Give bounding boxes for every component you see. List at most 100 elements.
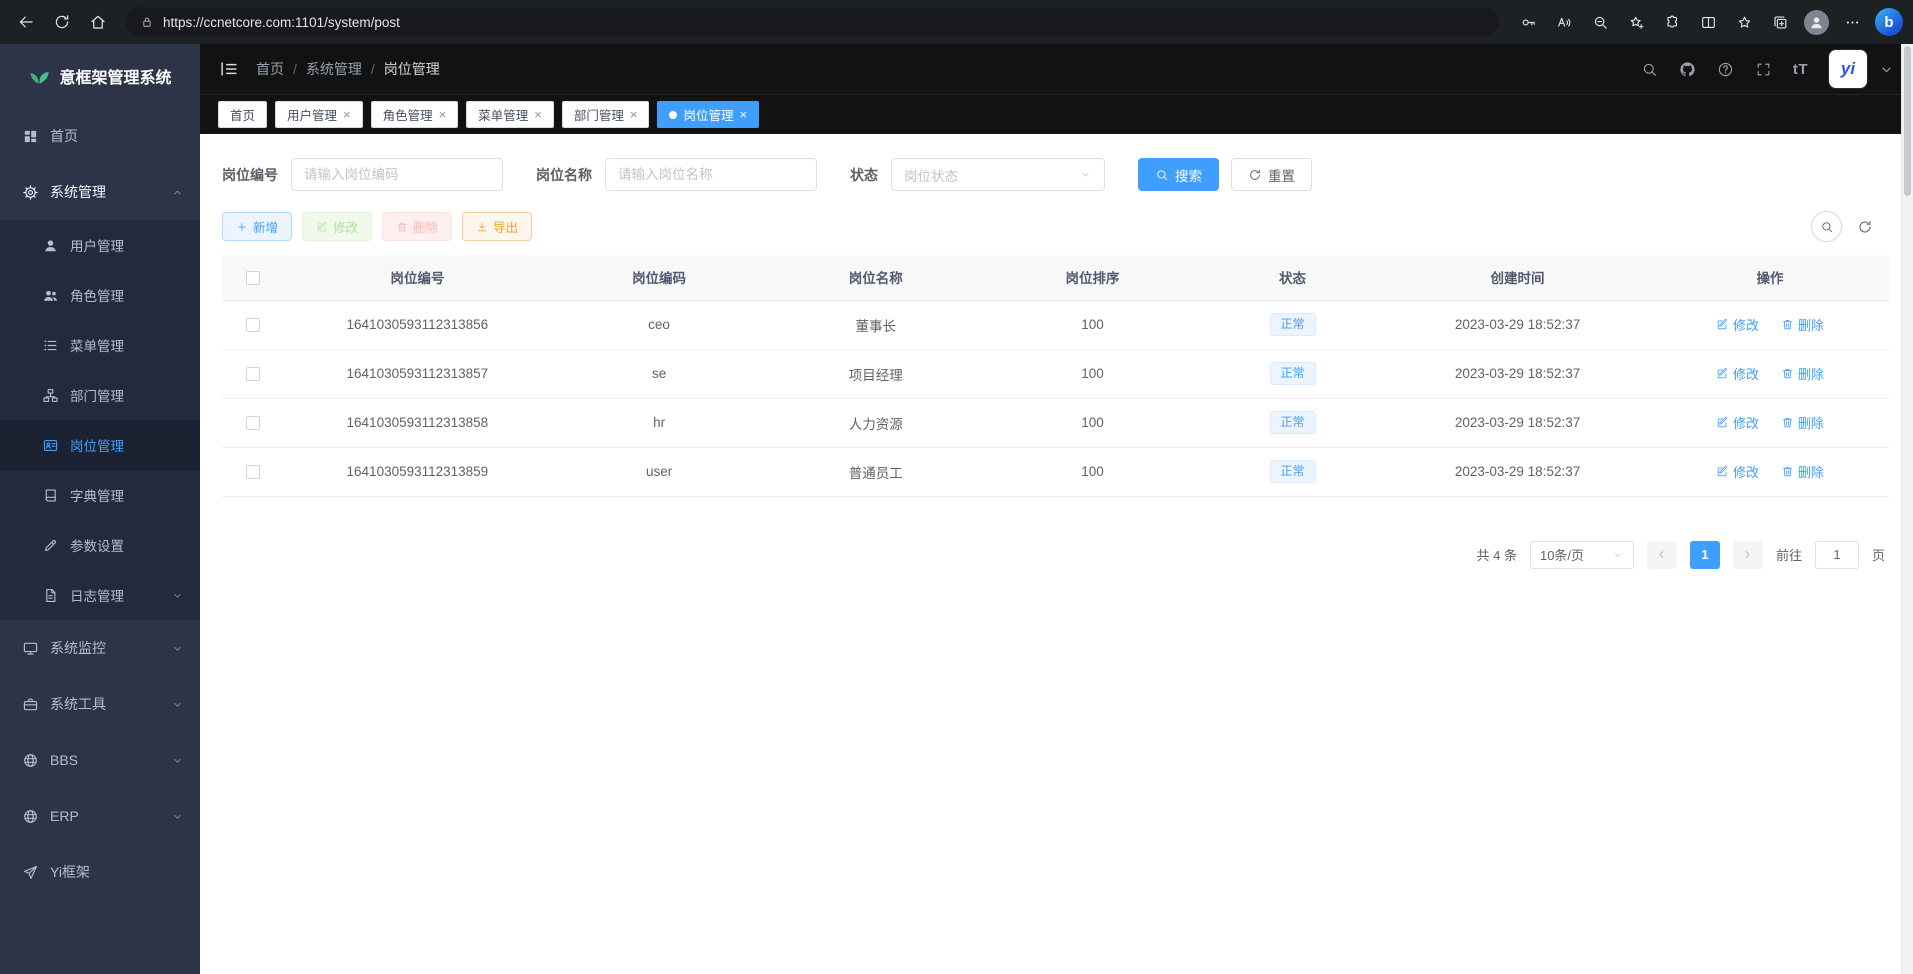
page-scrollbar[interactable] bbox=[1901, 44, 1913, 974]
select-all-checkbox[interactable] bbox=[246, 271, 260, 285]
tab-menu-management[interactable]: 菜单管理 × bbox=[466, 101, 554, 128]
sidebar-item-dictionary-management[interactable]: 字典管理 bbox=[0, 470, 200, 520]
bing-button[interactable]: b bbox=[1875, 8, 1903, 36]
row-delete-link[interactable]: 删除 bbox=[1781, 364, 1824, 383]
search-button[interactable]: 搜索 bbox=[1138, 158, 1219, 191]
sidebar-item-system-tools[interactable]: 系统工具 bbox=[0, 676, 200, 732]
row-edit-link[interactable]: 修改 bbox=[1716, 413, 1759, 432]
sidebar-collapse-icon[interactable] bbox=[218, 58, 240, 80]
leaf-logo-icon bbox=[28, 65, 50, 87]
edit-button-label: 修改 bbox=[333, 217, 358, 236]
next-page-button[interactable] bbox=[1733, 541, 1763, 569]
edit-icon bbox=[316, 221, 328, 233]
collections-button[interactable] bbox=[1763, 6, 1797, 38]
row-edit-link[interactable]: 修改 bbox=[1716, 315, 1759, 334]
browser-menu-button[interactable] bbox=[1835, 6, 1869, 38]
current-page-button[interactable]: 1 bbox=[1690, 541, 1720, 569]
avatar-dropdown-caret-icon[interactable] bbox=[1878, 61, 1895, 78]
sidebar-item-post-management[interactable]: 岗位管理 bbox=[0, 420, 200, 470]
scrollbar-thumb[interactable] bbox=[1904, 46, 1911, 196]
extensions-button[interactable] bbox=[1655, 6, 1689, 38]
address-bar[interactable]: https://ccnetcore.com:1101/system/post bbox=[126, 7, 1499, 37]
tab-close-icon[interactable]: × bbox=[534, 108, 542, 121]
zoom-button[interactable] bbox=[1583, 6, 1617, 38]
add-button[interactable]: 新增 bbox=[222, 212, 292, 241]
prev-page-button[interactable] bbox=[1647, 541, 1677, 569]
row-delete-link[interactable]: 删除 bbox=[1781, 462, 1824, 481]
user-avatar[interactable]: yi bbox=[1829, 50, 1867, 88]
page-size-select[interactable]: 10条/页 bbox=[1530, 541, 1634, 569]
tab-home[interactable]: 首页 bbox=[218, 101, 267, 128]
breadcrumb-system-management[interactable]: 系统管理 bbox=[306, 59, 362, 79]
help-button[interactable] bbox=[1717, 61, 1734, 78]
collections-icon bbox=[1772, 14, 1789, 31]
fullscreen-button[interactable] bbox=[1755, 61, 1772, 78]
sidebar-item-yi-framework[interactable]: Yi框架 bbox=[0, 844, 200, 900]
sidebar-item-department-management[interactable]: 部门管理 bbox=[0, 370, 200, 420]
read-aloud-button[interactable] bbox=[1547, 6, 1581, 38]
delete-button[interactable]: 删除 bbox=[382, 212, 452, 241]
browser-back-button[interactable] bbox=[10, 6, 42, 38]
cell-post-id: 1641030593112313856 bbox=[284, 300, 551, 349]
sidebar-item-system-monitoring[interactable]: 系统监控 bbox=[0, 620, 200, 676]
tab-close-icon[interactable]: × bbox=[630, 108, 638, 121]
post-name-input[interactable] bbox=[605, 158, 817, 191]
breadcrumb-home[interactable]: 首页 bbox=[256, 59, 284, 79]
page-size-value: 10条/页 bbox=[1540, 545, 1584, 564]
goto-page-input[interactable] bbox=[1815, 541, 1859, 569]
sidebar-item-user-management[interactable]: 用户管理 bbox=[0, 220, 200, 270]
refresh-table-button[interactable] bbox=[1857, 219, 1873, 235]
sidebar-item-label: 首页 bbox=[50, 126, 78, 146]
tab-close-icon[interactable]: × bbox=[343, 108, 351, 121]
post-name-label: 岗位名称 bbox=[536, 165, 592, 185]
row-checkbox[interactable] bbox=[246, 465, 260, 479]
sidebar-item-bbs[interactable]: BBS bbox=[0, 732, 200, 788]
sidebar-item-parameter-settings[interactable]: 参数设置 bbox=[0, 520, 200, 570]
sidebar-item-label: Yi框架 bbox=[50, 862, 90, 882]
favorites-button[interactable] bbox=[1727, 6, 1761, 38]
password-manager-button[interactable] bbox=[1511, 6, 1545, 38]
pencil-icon bbox=[42, 537, 59, 554]
row-edit-link[interactable]: 修改 bbox=[1716, 364, 1759, 383]
sidebar-item-erp[interactable]: ERP bbox=[0, 788, 200, 844]
browser-home-button[interactable] bbox=[82, 6, 114, 38]
cell-created-time: 2023-03-29 18:52:37 bbox=[1384, 300, 1651, 349]
post-code-label: 岗位编号 bbox=[222, 165, 278, 185]
export-button[interactable]: 导出 bbox=[462, 212, 532, 241]
row-checkbox[interactable] bbox=[246, 367, 260, 381]
row-edit-link[interactable]: 修改 bbox=[1716, 462, 1759, 481]
status-select-placeholder: 岗位状态 bbox=[904, 165, 958, 185]
tab-close-icon[interactable]: × bbox=[439, 108, 447, 121]
tab-label: 部门管理 bbox=[574, 105, 624, 124]
tab-department-management[interactable]: 部门管理 × bbox=[562, 101, 650, 128]
sidebar-item-menu-management[interactable]: 菜单管理 bbox=[0, 320, 200, 370]
add-favorite-button[interactable] bbox=[1619, 6, 1653, 38]
sidebar-item-home[interactable]: 首页 bbox=[0, 108, 200, 164]
toggle-search-button[interactable] bbox=[1811, 211, 1842, 242]
edit-icon bbox=[1716, 416, 1729, 429]
sidebar-item-log-management[interactable]: 日志管理 bbox=[0, 570, 200, 620]
post-code-input[interactable] bbox=[291, 158, 503, 191]
sidebar-item-role-management[interactable]: 角色管理 bbox=[0, 270, 200, 320]
github-button[interactable] bbox=[1679, 61, 1696, 78]
tab-user-management[interactable]: 用户管理 × bbox=[275, 101, 363, 128]
cell-post-code: user bbox=[551, 447, 768, 496]
tab-post-management[interactable]: 岗位管理 × bbox=[657, 101, 759, 128]
status-select[interactable]: 岗位状态 bbox=[891, 158, 1105, 191]
row-delete-link[interactable]: 删除 bbox=[1781, 413, 1824, 432]
browser-refresh-button[interactable] bbox=[46, 6, 78, 38]
row-checkbox[interactable] bbox=[246, 416, 260, 430]
browser-profile-button[interactable] bbox=[1799, 6, 1833, 38]
row-delete-link[interactable]: 删除 bbox=[1781, 315, 1824, 334]
trash-icon bbox=[1781, 367, 1794, 380]
split-screen-button[interactable] bbox=[1691, 6, 1725, 38]
header-search-button[interactable] bbox=[1641, 61, 1658, 78]
row-checkbox[interactable] bbox=[246, 318, 260, 332]
table-row: 1641030593112313856 ceo 董事长 100 正常 2023-… bbox=[222, 300, 1889, 349]
edit-button[interactable]: 修改 bbox=[302, 212, 372, 241]
font-size-button[interactable]: tT bbox=[1793, 61, 1808, 78]
sidebar-item-system-management[interactable]: 系统管理 bbox=[0, 164, 200, 220]
tab-role-management[interactable]: 角色管理 × bbox=[371, 101, 459, 128]
tab-close-icon[interactable]: × bbox=[739, 108, 747, 121]
reset-button[interactable]: 重置 bbox=[1231, 158, 1312, 191]
